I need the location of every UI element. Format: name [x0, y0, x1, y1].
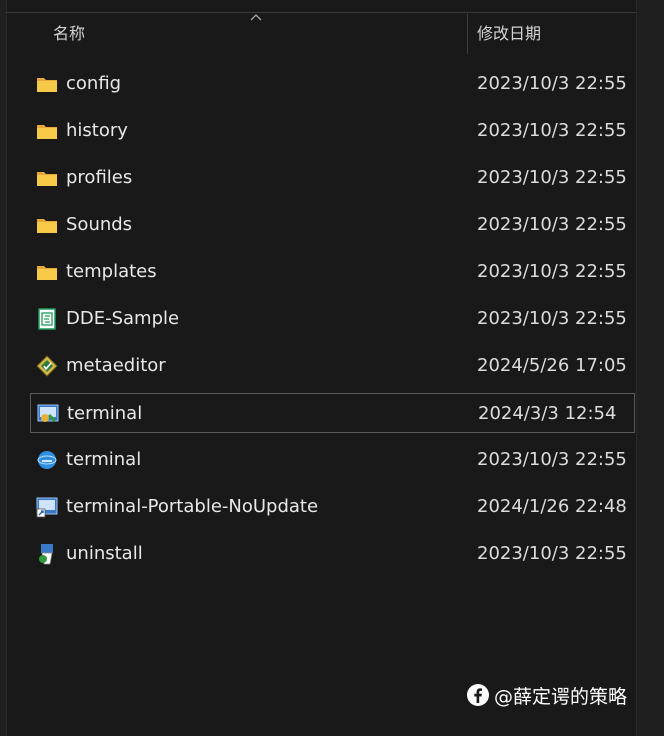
- file-date: 2023/10/3 22:55: [477, 308, 627, 329]
- file-name: terminal: [66, 449, 142, 470]
- right-pane: [636, 0, 664, 736]
- left-edge: [0, 0, 7, 736]
- column-header-name[interactable]: 名称: [53, 14, 85, 54]
- globe-icon: [37, 451, 57, 469]
- column-header-date-modified[interactable]: 修改日期: [477, 14, 541, 54]
- file-row-profiles[interactable]: profiles 2023/10/3 22:55: [30, 158, 635, 198]
- file-name: terminal-Portable-NoUpdate: [66, 496, 319, 517]
- file-row-templates[interactable]: templates 2023/10/3 22:55: [30, 252, 635, 292]
- folder-icon: [37, 266, 57, 280]
- file-row-history[interactable]: history 2023/10/3 22:55: [30, 111, 635, 151]
- header-top-divider: [6, 12, 664, 13]
- file-date: 2024/1/26 22:48: [477, 496, 627, 517]
- file-name: terminal: [67, 403, 143, 424]
- file-date: 2023/10/3 22:55: [477, 543, 627, 564]
- folder-icon: [37, 78, 57, 92]
- shortcut-icon: [36, 497, 58, 518]
- file-date: 2023/10/3 22:55: [477, 73, 627, 94]
- file-date: 2024/3/3 12:54: [478, 403, 617, 424]
- watermark-text: @薛定谔的策略: [494, 685, 628, 708]
- file-date: 2023/10/3 22:55: [477, 167, 627, 188]
- file-name: Sounds: [66, 214, 133, 235]
- watermark: @薛定谔的策略: [466, 680, 627, 710]
- file-name: history: [66, 120, 128, 141]
- file-name: DDE-Sample: [66, 308, 180, 329]
- file-row-metaeditor[interactable]: metaeditor 2024/5/26 17:05: [30, 346, 635, 386]
- watermark-logo-icon: [467, 684, 489, 706]
- folder-icon: [37, 172, 57, 186]
- file-date: 2023/10/3 22:55: [477, 120, 627, 141]
- file-row-config[interactable]: config 2023/10/3 22:55: [30, 64, 635, 104]
- file-row-sounds[interactable]: Sounds 2023/10/3 22:55: [30, 205, 635, 245]
- sort-ascending-icon[interactable]: [250, 12, 262, 22]
- column-separator[interactable]: [467, 14, 468, 54]
- file-name: uninstall: [66, 543, 143, 564]
- file-row-terminal-selected[interactable]: terminal 2024/3/3 12:54: [30, 393, 635, 433]
- file-date: 2024/5/26 17:05: [477, 355, 627, 376]
- file-name: config: [66, 73, 122, 94]
- metaeditor-icon: [36, 355, 58, 377]
- file-row-terminal-portable-noupdate[interactable]: terminal-Portable-NoUpdate 2024/1/26 22:…: [30, 487, 635, 527]
- file-date: 2023/10/3 22:55: [477, 261, 627, 282]
- file-row-uninstall[interactable]: uninstall 2023/10/3 22:55: [30, 534, 635, 574]
- file-name: templates: [66, 261, 157, 282]
- terminal-app-icon: [37, 404, 59, 423]
- folder-icon: [37, 125, 57, 139]
- uninstall-icon: [39, 544, 53, 565]
- file-row-dde-sample[interactable]: DDE-Sample 2023/10/3 22:55: [30, 299, 635, 339]
- file-date: 2023/10/3 22:55: [477, 214, 627, 235]
- file-name: profiles: [66, 167, 133, 188]
- file-name: metaeditor: [66, 355, 166, 376]
- file-date: 2023/10/3 22:55: [477, 449, 627, 470]
- folder-icon: [37, 219, 57, 233]
- spreadsheet-icon: [38, 308, 56, 330]
- file-row-terminal[interactable]: terminal 2023/10/3 22:55: [30, 440, 635, 480]
